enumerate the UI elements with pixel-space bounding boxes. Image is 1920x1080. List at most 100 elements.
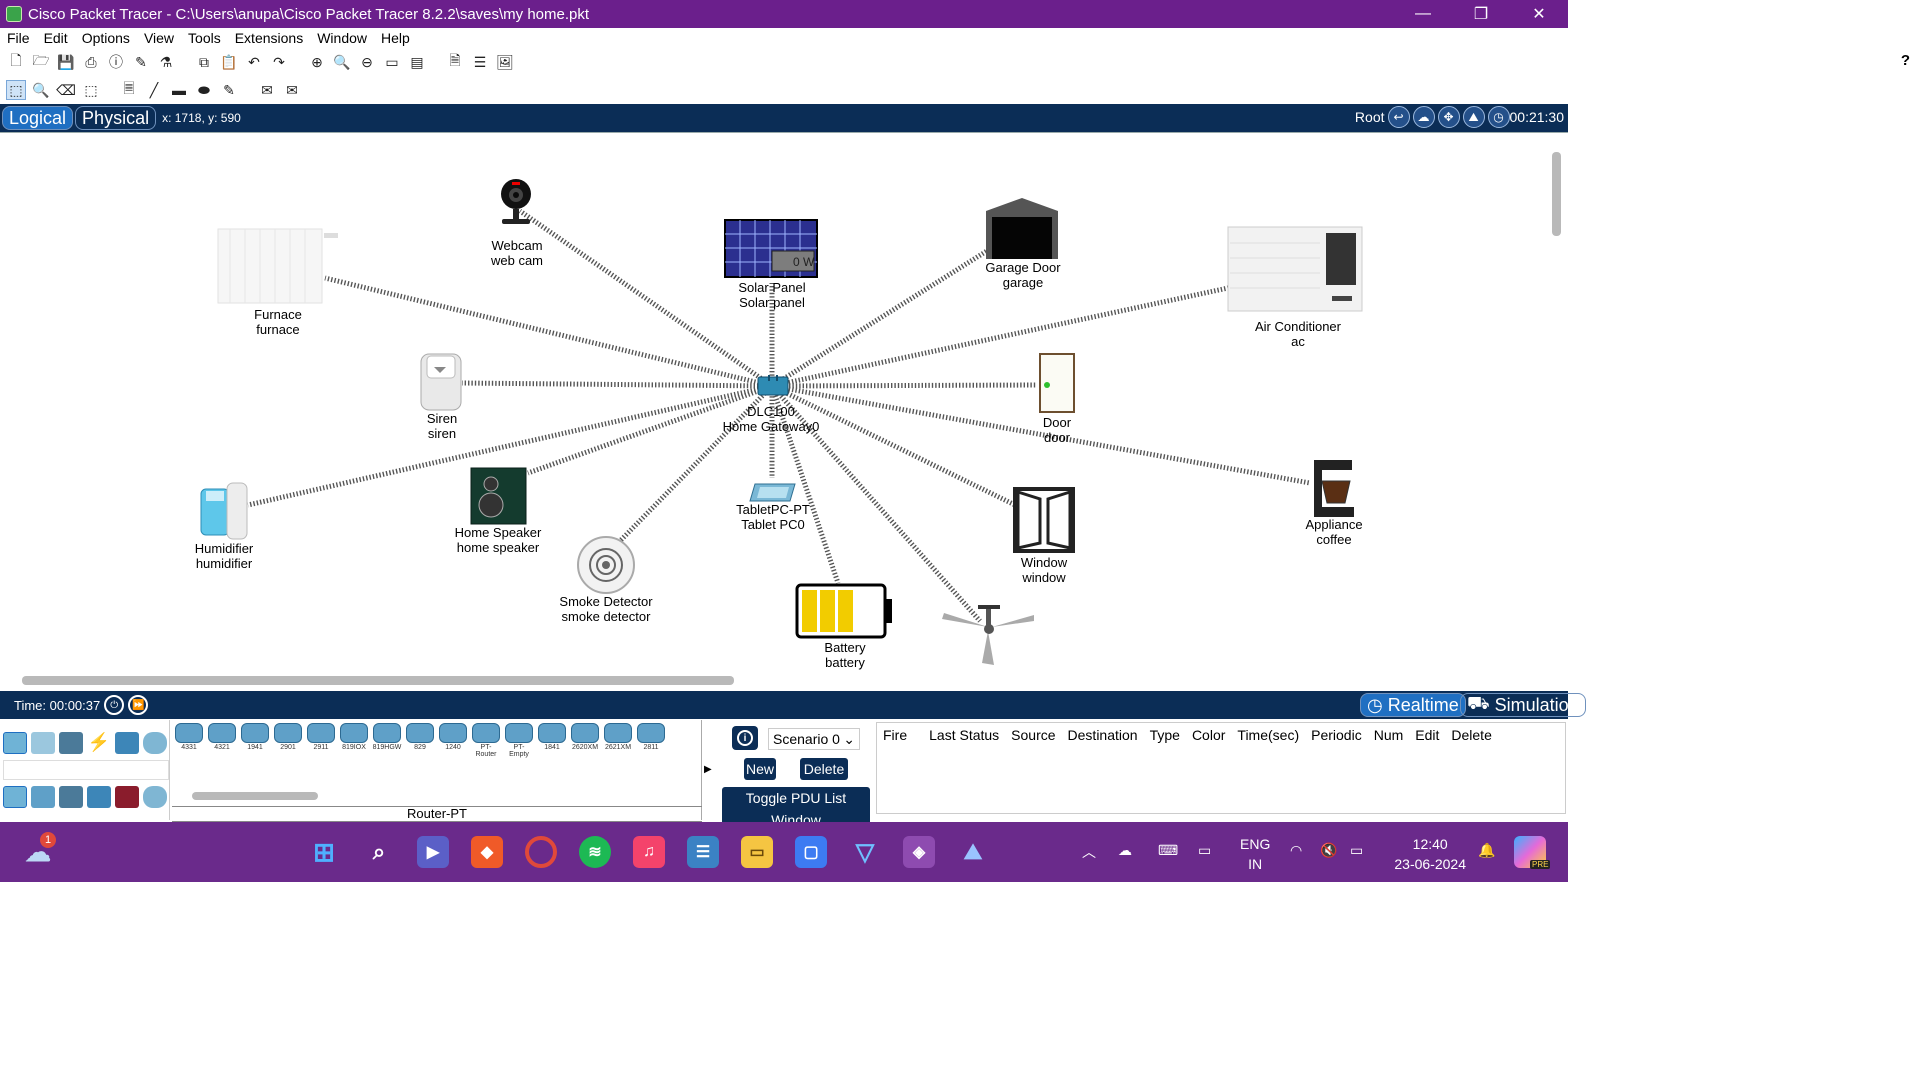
router-1240-icon[interactable]: 1240 bbox=[438, 723, 468, 753]
collapse-arrow-icon[interactable]: ▶ bbox=[704, 764, 712, 775]
keyboard-icon[interactable]: ⌨ bbox=[1158, 842, 1178, 859]
menu-edit[interactable]: Edit bbox=[37, 30, 75, 46]
door-device-icon[interactable] bbox=[1039, 353, 1075, 413]
menu-extensions[interactable]: Extensions bbox=[228, 30, 310, 46]
back-icon[interactable]: ↩ bbox=[1387, 106, 1410, 128]
resize-icon[interactable]: ⬚ bbox=[81, 80, 101, 100]
home-gateway-device-icon[interactable] bbox=[757, 375, 789, 396]
miscellaneous-icon[interactable] bbox=[115, 732, 139, 754]
search-icon[interactable]: ⌕ bbox=[363, 836, 395, 868]
undo-icon[interactable]: ↶ bbox=[244, 52, 264, 72]
security-icon[interactable] bbox=[115, 786, 139, 808]
logical-workspace[interactable]: 0 W Webcam web cam Solar Panel Solar pan… bbox=[0, 132, 1568, 688]
open-folder-icon[interactable]: 🗁 bbox=[31, 52, 51, 72]
save-icon[interactable]: 💾 bbox=[56, 52, 76, 72]
garage-door-device-icon[interactable] bbox=[986, 198, 1058, 259]
coffee-machine-device-icon[interactable] bbox=[1314, 460, 1354, 517]
tab-realtime[interactable]: ◷ Realtime bbox=[1360, 693, 1466, 717]
router-2901-icon[interactable]: 2901 bbox=[273, 723, 303, 753]
complex-pdu-icon[interactable]: ✉ bbox=[282, 80, 302, 100]
select-icon[interactable]: ⬚ bbox=[6, 80, 26, 100]
category-search[interactable] bbox=[3, 760, 169, 780]
wireless-icon[interactable] bbox=[87, 786, 111, 808]
router-pt-empty-icon[interactable]: PT-Empty bbox=[504, 723, 534, 758]
scenario-select[interactable]: Scenario 0 ⌄ bbox=[768, 728, 860, 750]
router-819iox-icon[interactable]: 819IOX bbox=[339, 723, 369, 753]
furnace-device-icon[interactable] bbox=[217, 228, 338, 304]
system-clock[interactable]: 12:40 23-06-2024 bbox=[1394, 834, 1466, 874]
close-button[interactable]: ✕ bbox=[1510, 0, 1568, 28]
notepad-icon[interactable]: ☰ bbox=[687, 836, 719, 868]
redo-icon[interactable]: ↷ bbox=[269, 52, 289, 72]
menu-tools[interactable]: Tools bbox=[181, 30, 228, 46]
siren-device-icon[interactable] bbox=[420, 353, 462, 411]
drawing-palette-icon[interactable]: ▭ bbox=[382, 52, 402, 72]
air-conditioner-device-icon[interactable] bbox=[1227, 226, 1363, 312]
tab-physical[interactable]: Physical bbox=[75, 106, 157, 130]
custom-device-icon[interactable]: ▤ bbox=[407, 52, 427, 72]
minimize-button[interactable]: — bbox=[1394, 0, 1452, 28]
photos-icon[interactable]: ⛰ bbox=[957, 836, 989, 868]
vpn-icon[interactable]: ▽ bbox=[849, 836, 881, 868]
network-info-icon[interactable]: ☰ bbox=[470, 52, 490, 72]
menu-view[interactable]: View bbox=[137, 30, 181, 46]
wan-emulation-icon[interactable] bbox=[143, 786, 167, 808]
activity-wizard-icon[interactable]: ✎ bbox=[131, 52, 151, 72]
components-icon[interactable] bbox=[59, 732, 83, 754]
hubs-icon[interactable] bbox=[59, 786, 83, 808]
rectangle-icon[interactable]: ▬ bbox=[169, 80, 189, 100]
routers-icon[interactable] bbox=[3, 786, 27, 808]
note-icon[interactable]: 🗏 bbox=[119, 80, 139, 100]
scenario-info-icon[interactable]: i bbox=[732, 726, 758, 750]
webcam-device-icon[interactable] bbox=[501, 179, 531, 224]
vertical-scrollbar[interactable] bbox=[1552, 152, 1561, 236]
zoom-reset-icon[interactable]: 🔍 bbox=[332, 52, 352, 72]
horizontal-scrollbar[interactable] bbox=[22, 676, 734, 685]
maximize-button[interactable]: ❐ bbox=[1452, 0, 1510, 28]
multiuser-icon[interactable] bbox=[143, 732, 167, 754]
connections-icon[interactable]: ⚡ bbox=[87, 732, 111, 754]
menu-options[interactable]: Options bbox=[75, 30, 137, 46]
cloud-icon[interactable]: ☁ bbox=[1412, 106, 1435, 128]
fast-forward-icon[interactable]: ⏩ bbox=[128, 695, 149, 715]
router-2621xm-icon[interactable]: 2621XM bbox=[603, 723, 633, 753]
router-819hgw-icon[interactable]: 819HGW bbox=[372, 723, 402, 753]
notification-bell-icon[interactable]: 🔔 bbox=[1478, 842, 1495, 859]
volume-muted-icon[interactable]: 🔇 bbox=[1320, 842, 1337, 859]
humidifier-device-icon[interactable] bbox=[200, 482, 248, 540]
router-1841-icon[interactable]: 1841 bbox=[537, 723, 567, 753]
zoom-out-icon[interactable]: ⊖ bbox=[357, 52, 377, 72]
wifi-icon[interactable]: ◠ bbox=[1290, 842, 1302, 859]
clock-icon[interactable]: ◷ bbox=[1487, 106, 1510, 128]
new-scenario-button[interactable]: New bbox=[744, 758, 776, 780]
end-devices-icon[interactable] bbox=[31, 732, 55, 754]
window-device-icon[interactable] bbox=[1013, 487, 1075, 553]
meet-icon[interactable]: ▶ bbox=[417, 836, 449, 868]
start-icon[interactable]: ⊞ bbox=[308, 836, 340, 868]
tablet-device-icon[interactable] bbox=[749, 483, 796, 502]
music-icon[interactable]: ♫ bbox=[633, 836, 665, 868]
navigation-icon[interactable]: ✥ bbox=[1437, 106, 1460, 128]
paste-icon[interactable]: 📋 bbox=[219, 52, 239, 72]
line-icon[interactable]: ╱ bbox=[144, 80, 164, 100]
packet-tracer-taskbar-icon[interactable]: ◈ bbox=[903, 836, 935, 868]
copy-icon[interactable]: ⧉ bbox=[194, 52, 214, 72]
chevron-up-icon[interactable]: ︿ bbox=[1082, 842, 1096, 862]
help-icon[interactable]: ? bbox=[1901, 52, 1910, 69]
power-cycle-icon[interactable]: ⏻ bbox=[104, 695, 125, 715]
router-1941-icon[interactable]: 1941 bbox=[240, 723, 270, 753]
store-icon[interactable]: ▢ bbox=[795, 836, 827, 868]
ceiling-fan-device-icon[interactable] bbox=[942, 605, 1034, 665]
pt-icon[interactable]: ⚗ bbox=[156, 52, 176, 72]
router-2620xm-icon[interactable]: 2620XM bbox=[570, 723, 600, 753]
smoke-detector-device-icon[interactable] bbox=[577, 536, 635, 594]
delete-scenario-button[interactable]: Delete bbox=[800, 758, 848, 780]
new-file-icon[interactable]: 🗋 bbox=[6, 52, 26, 72]
file-explorer-icon[interactable]: ▭ bbox=[741, 836, 773, 868]
ellipse-icon[interactable]: ⬬ bbox=[194, 80, 214, 100]
image-icon[interactable]: 🖼 bbox=[495, 52, 515, 72]
viewport-icon[interactable]: ⛰ bbox=[1462, 106, 1485, 128]
router-829-icon[interactable]: 829 bbox=[405, 723, 435, 753]
router-pt-icon[interactable]: PT-Router bbox=[471, 723, 501, 758]
router-4321-icon[interactable]: 4321 bbox=[207, 723, 237, 753]
